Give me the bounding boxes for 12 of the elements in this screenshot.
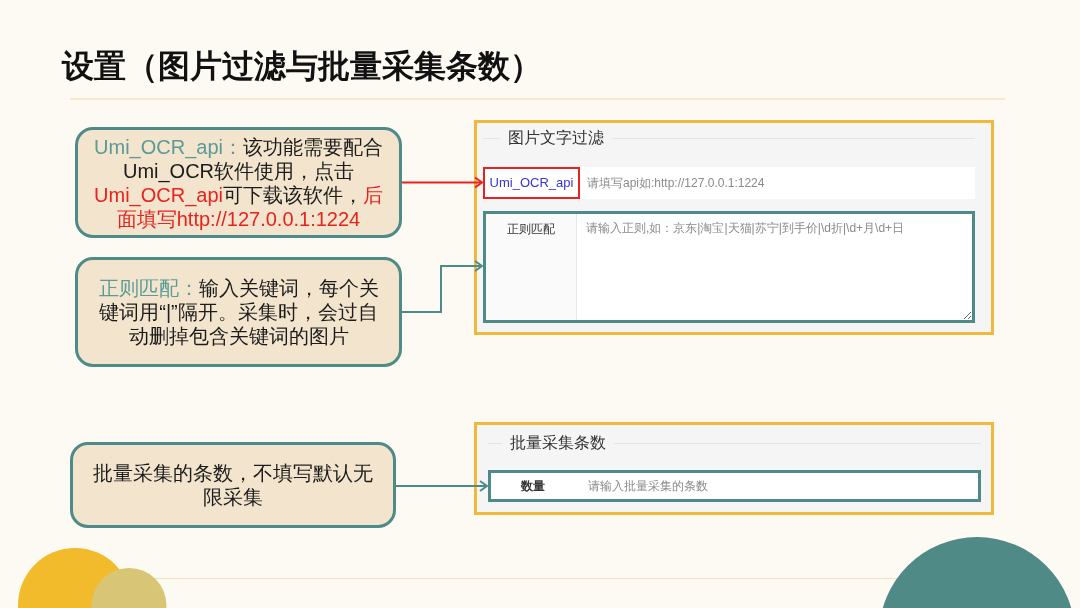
text-input-field[interactable]: 请填写api如:http://127.0.0.1:1224: [580, 167, 975, 199]
textarea-field[interactable]: 请输入正则,如：京东|淘宝|天猫|苏宁|到手价|\d折|\d+月\d+日: [577, 214, 972, 320]
field-label: 正则匹配: [507, 221, 555, 238]
callout-text: 批量采集的条数，不填写默认无限采集: [92, 461, 374, 509]
slide-title: 设置（图片过滤与批量采集条数）: [60, 47, 543, 86]
text-input-field[interactable]: 请输入批量采集的条数: [575, 473, 978, 499]
callout-text: Umi_OCR_api：该功能需要配合Umi_OCR软件使用，点击 Umi_OCR_api可下载该软件，后面填写http://127.0.0.1:1224: [93, 134, 384, 231]
callout-text: 正则匹配：输入关键词，每个关键词用“|”隔开。采集时，会过自动删掉包含关键词的图片: [97, 276, 380, 348]
panel-legend: 批量采集条数: [502, 431, 614, 455]
download-link[interactable]: Umi_OCR_api: [489, 173, 574, 193]
panel-legend: 图片文字过滤: [500, 126, 612, 150]
field-label: 数量: [521, 478, 545, 495]
